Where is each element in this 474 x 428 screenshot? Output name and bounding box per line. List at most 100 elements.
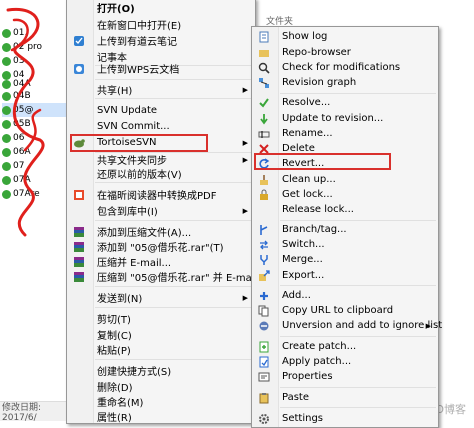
lock-icon: [258, 189, 270, 201]
merge-icon: [258, 254, 270, 266]
file-row[interactable]: 07Are: [2, 187, 66, 201]
file-row[interactable]: 04B: [2, 89, 66, 103]
gear-icon: [258, 413, 270, 425]
add-icon: [258, 290, 270, 302]
svn-status-icon: [2, 119, 11, 129]
svn-item-settings[interactable]: Settings: [252, 410, 438, 427]
foxit-pdf-icon: [73, 189, 85, 201]
file-row[interactable]: 05B: [2, 117, 66, 131]
winrar-icon: [73, 256, 85, 268]
file-name: 04A: [13, 79, 31, 89]
file-name: 06: [13, 133, 25, 143]
create-patch-icon: [258, 341, 270, 353]
winrar-icon: [73, 226, 85, 238]
status-bar: 修改日期: 2017/6/: [0, 401, 66, 423]
menu-item-create-shortcut[interactable]: 创建快捷方式(S): [67, 362, 255, 379]
export-icon: [258, 269, 270, 282]
svn-item-unversion-ignore[interactable]: Unversion and add to ignore list ▶: [252, 317, 442, 334]
menu-item-tortoisesvn[interactable]: TortoiseSVN ▶: [67, 134, 255, 151]
file-row-selected[interactable]: 05@: [2, 103, 66, 117]
file-name: 05@: [13, 105, 34, 115]
revision-graph-icon: [258, 77, 270, 89]
delete-icon: [258, 143, 270, 155]
file-name: 05B: [13, 119, 31, 129]
menu-item-paste[interactable]: 粘贴(P): [67, 341, 255, 358]
check-modifications-icon: [258, 62, 270, 74]
menu-item-svn-update[interactable]: SVN Update: [67, 102, 255, 119]
copy-url-icon: [258, 305, 270, 317]
menu-item-compress-rar-email[interactable]: 压缩到 "05@借乐花.rar" 并 E-mail: [67, 268, 257, 285]
branch-tag-icon: [258, 224, 270, 236]
svn-status-icon: [2, 79, 11, 89]
explorer-context-menu: 打开(O) 在新窗口中打开(E) 上传到有道云笔记 记事本 上传到WPS云文档 …: [66, 0, 257, 425]
file-row[interactable]: 03: [2, 54, 66, 68]
svn-item-merge[interactable]: Merge...: [252, 251, 438, 268]
menu-item-open[interactable]: 打开(O): [67, 0, 255, 16]
file-name: 07A: [13, 175, 31, 185]
winrar-icon: [73, 271, 85, 283]
svn-item-revert[interactable]: Revert...: [252, 155, 438, 172]
svn-status-icon: [2, 42, 11, 52]
file-name: 02 pro: [13, 42, 43, 52]
resolve-icon: [258, 97, 270, 109]
menu-separator: [280, 285, 436, 286]
repo-browser-icon: [258, 47, 270, 59]
tortoisesvn-icon: [73, 137, 85, 149]
menu-item-include-library[interactable]: 包含到库中(I) ▶: [67, 202, 255, 219]
menu-item-wps-cloud[interactable]: 上传到WPS云文档: [67, 60, 255, 77]
show-log-icon: [258, 31, 270, 43]
svn-status-icon: [2, 91, 11, 101]
file-name: 01.: [13, 28, 28, 38]
svn-item-show-log[interactable]: Show log: [252, 28, 438, 45]
svn-item-resolve[interactable]: Resolve...: [252, 94, 438, 111]
menu-item-send-to[interactable]: 发送到(N) ▶: [67, 289, 255, 306]
file-name: 07Are: [13, 189, 40, 199]
menu-separator: [95, 220, 253, 221]
menu-separator: [95, 98, 253, 99]
menu-separator: [95, 286, 253, 287]
youdao-note-icon: [73, 35, 85, 47]
menu-item-youdao-note[interactable]: 上传到有道云笔记: [67, 32, 255, 49]
svn-status-icon: [2, 56, 11, 66]
switch-icon: [258, 239, 270, 251]
menu-separator: [95, 182, 253, 183]
file-row[interactable]: 01.: [2, 26, 66, 40]
menu-item-svn-commit[interactable]: SVN Commit...: [67, 118, 255, 135]
svn-status-icon: [2, 161, 11, 171]
menu-item-properties[interactable]: 属性(R): [67, 408, 255, 425]
update-revision-icon: [258, 113, 270, 125]
menu-item-cut[interactable]: 剪切(T): [67, 310, 255, 327]
menu-separator: [280, 387, 436, 388]
svn-status-icon: [2, 28, 11, 38]
svn-item-release-lock[interactable]: Release lock...: [252, 201, 438, 218]
svn-status-icon: [2, 175, 11, 185]
submenu-arrow-icon: ▶: [242, 155, 248, 164]
submenu-arrow-icon: ▶: [242, 85, 248, 94]
file-row[interactable]: 07: [2, 159, 66, 173]
ignore-icon: [258, 320, 270, 332]
menu-item-foxit-pdf[interactable]: 在福昕阅读器中转换成PDF: [67, 186, 255, 203]
svn-item-revision-graph[interactable]: Revision graph: [252, 74, 438, 91]
tortoisesvn-submenu: Show log Repo-browser Check for modifica…: [251, 26, 442, 428]
submenu-arrow-icon: ▶: [242, 138, 248, 147]
file-row[interactable]: 02 pro: [2, 40, 66, 54]
paste-icon: [258, 392, 270, 404]
file-row[interactable]: 06: [2, 131, 66, 145]
submenu-arrow-icon: ▶: [425, 321, 431, 330]
svn-item-properties[interactable]: Properties: [252, 368, 438, 385]
file-name: 06A: [13, 147, 31, 157]
menu-item-open-new-window[interactable]: 在新窗口中打开(E): [67, 16, 255, 33]
menu-separator: [280, 407, 436, 408]
wps-cloud-icon: [73, 63, 85, 75]
file-name: 07: [13, 161, 25, 171]
file-name: 03: [13, 56, 25, 66]
menu-item-restore-previous[interactable]: 还原以前的版本(V): [67, 165, 255, 182]
menu-item-share[interactable]: 共享(H) ▶: [67, 81, 255, 98]
svn-status-icon: [2, 147, 11, 157]
svn-item-export[interactable]: Export...: [252, 267, 438, 284]
file-row[interactable]: 06A: [2, 145, 66, 159]
clean-up-icon: [258, 174, 270, 186]
file-row[interactable]: 07A: [2, 173, 66, 187]
svn-item-paste[interactable]: Paste: [252, 389, 438, 406]
svn-status-icon: [2, 105, 11, 115]
